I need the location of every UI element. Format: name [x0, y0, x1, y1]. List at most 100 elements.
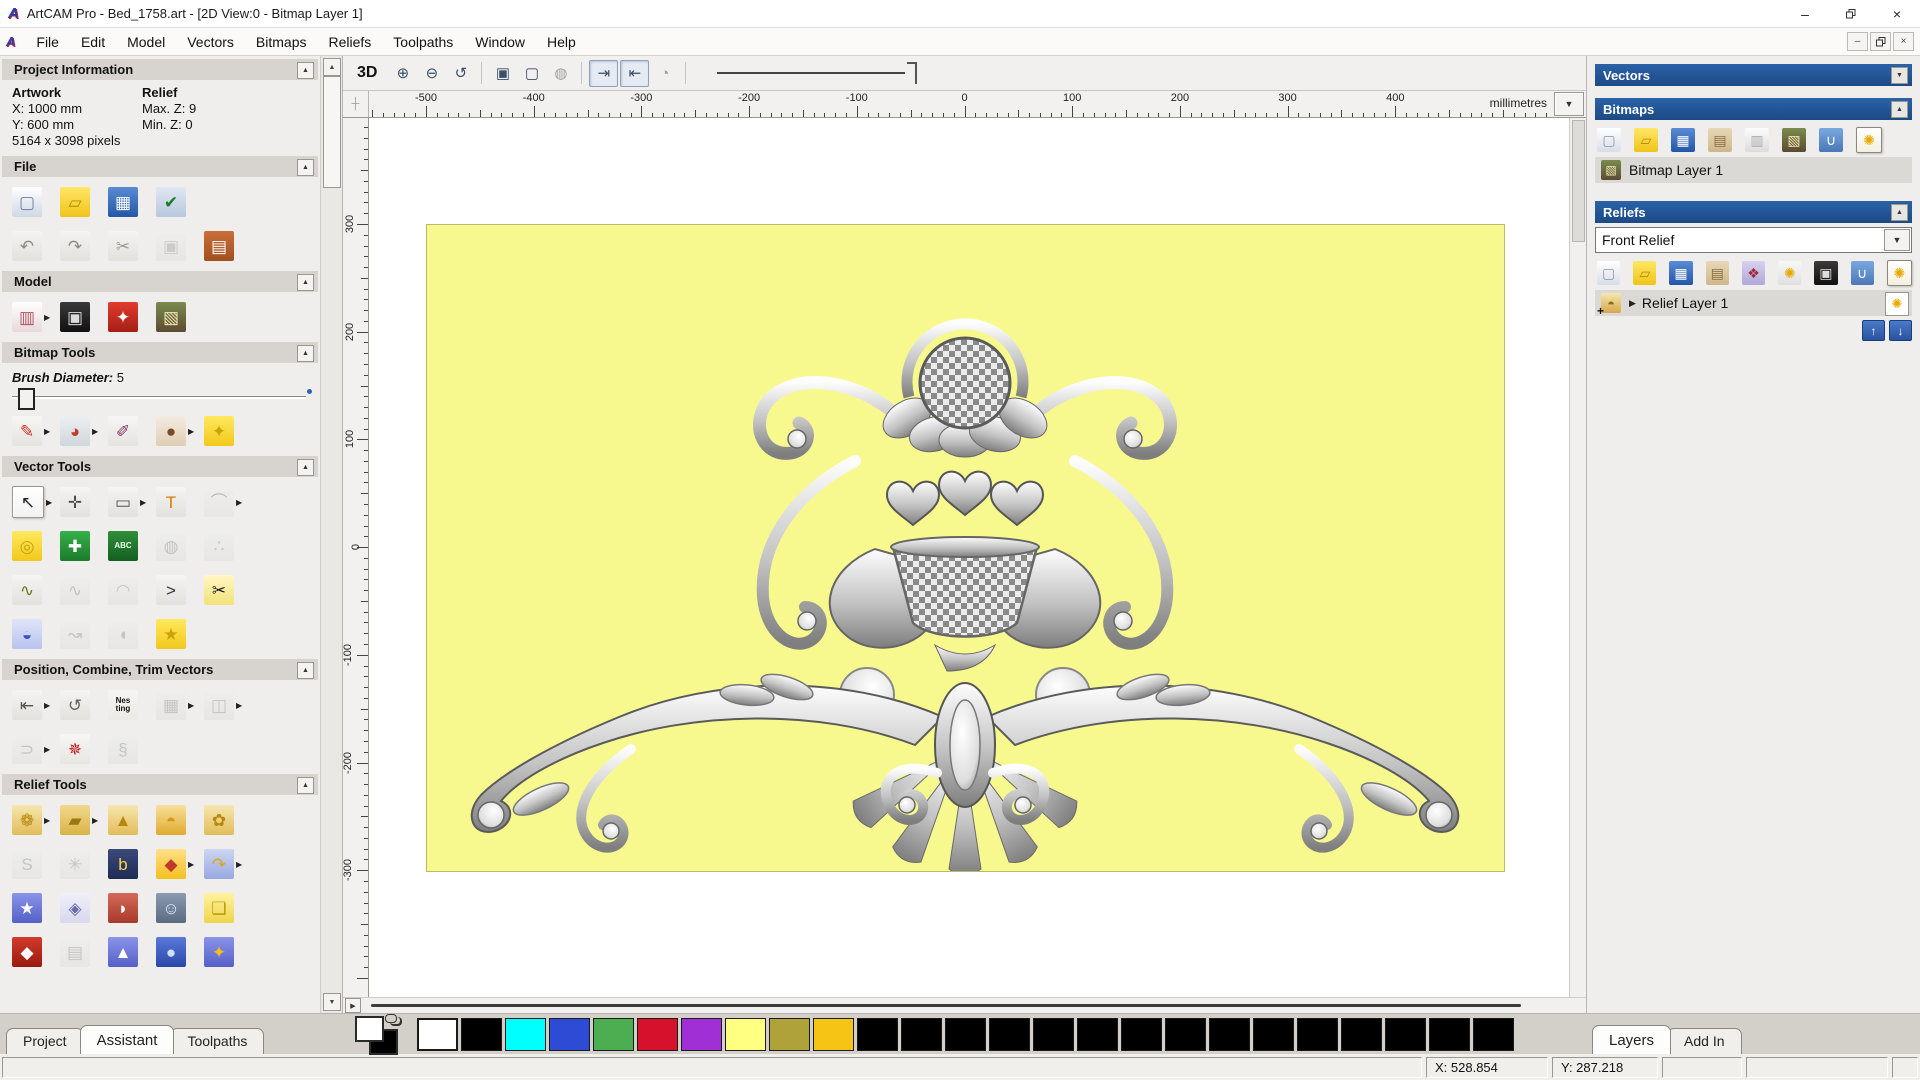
brush-diameter-slider[interactable] [12, 387, 312, 410]
colour-swatch[interactable] [857, 1017, 898, 1051]
collapse-section-button[interactable]: ▲ [297, 662, 314, 679]
flood-fill-icon[interactable]: ◕ [60, 416, 90, 446]
align-vectors-icon[interactable]: ⇤ [12, 690, 42, 720]
colour-swatch[interactable] [1385, 1017, 1426, 1051]
flyout-arrow-icon[interactable]: ▶ [44, 816, 50, 825]
extrude-relief-icon[interactable]: ✦ [204, 937, 234, 967]
relief-brightness-icon[interactable]: ✺ [1778, 261, 1802, 285]
colour-swatch[interactable] [1165, 1017, 1206, 1051]
join-vectors-icon[interactable]: ⊃ [12, 734, 42, 764]
greyscale-preview-icon[interactable]: ▣ [1814, 261, 1838, 285]
texture-sphere-icon[interactable]: ● [156, 937, 186, 967]
tab-layers[interactable]: Layers [1592, 1025, 1672, 1054]
shape-editor-icon[interactable]: ▲ [108, 805, 138, 835]
tape-measure-icon[interactable]: ◎ [12, 531, 42, 561]
redo-icon[interactable]: ↷ [60, 231, 90, 261]
merge-bitmap-layers-icon[interactable]: ▤ [1708, 128, 1732, 152]
slider-track[interactable] [12, 396, 306, 399]
basket-weave-icon[interactable]: ▤ [60, 937, 90, 967]
expand-section-button[interactable]: ▼ [1891, 67, 1908, 84]
tab-toolpaths[interactable]: Toolpaths [170, 1028, 265, 1054]
flyout-arrow-icon[interactable]: ▶ [44, 313, 50, 322]
colour-swatch[interactable] [681, 1017, 722, 1051]
scroll-up-icon[interactable]: ▲ [323, 58, 341, 76]
colour-swatch[interactable] [1341, 1017, 1382, 1051]
collapse-section-button[interactable]: ▲ [297, 274, 314, 291]
colour-swatch[interactable] [1209, 1017, 1250, 1051]
relief-layers-icon[interactable]: ❏ [204, 893, 234, 923]
transfer-relief-layer-icon[interactable]: ❖ [1741, 261, 1766, 285]
flyout-arrow-icon[interactable]: ▶ [44, 427, 50, 436]
adjust-image-icon[interactable]: ▥ [12, 302, 42, 332]
measure-icon[interactable]: ⌒ [204, 487, 234, 517]
colour-swatch[interactable] [1429, 1017, 1470, 1051]
relief-layer-row[interactable]: ◓ + ▶ Relief Layer 1 ✺ [1595, 290, 1912, 318]
spiral-icon[interactable]: § [108, 734, 138, 764]
open-relief-layer-icon[interactable]: ▱ [1633, 261, 1657, 285]
clear-bitmap-layer-icon[interactable]: ▥ [1745, 128, 1769, 152]
line-width-handle[interactable] [907, 62, 918, 84]
open-bitmap-layer-icon[interactable]: ▱ [1634, 128, 1658, 152]
bitmap-to-vectors-icon[interactable]: ▧ [1782, 128, 1806, 152]
menu-item-model[interactable]: Model [116, 31, 176, 53]
menu-item-help[interactable]: Help [536, 31, 587, 53]
mdi-minimize-button[interactable]: – [1847, 32, 1868, 51]
mdi-restore-button[interactable] [1870, 32, 1891, 51]
close-button[interactable]: × [1874, 0, 1920, 27]
menu-item-reliefs[interactable]: Reliefs [318, 31, 383, 53]
relief-wizard-icon[interactable]: b [108, 849, 138, 879]
canvas-vertical-scrollbar[interactable] [1569, 118, 1586, 997]
model-artwork[interactable] [426, 224, 1505, 876]
slider-handle[interactable] [18, 388, 35, 410]
save-relief-layer-icon[interactable]: ▦ [1669, 261, 1693, 285]
create-dome-icon[interactable]: ◒ [12, 619, 42, 649]
merge-vectors-icon[interactable]: ◫ [204, 690, 234, 720]
scroll-right-icon[interactable]: ▶ [345, 998, 361, 1013]
delete-relief-layer-icon[interactable]: ∪ [1850, 261, 1874, 285]
scrollbar-thumb[interactable] [1572, 120, 1585, 242]
two-rail-sweep-icon[interactable]: ✿ [204, 805, 234, 835]
block-copy-icon[interactable]: ▦ [156, 690, 186, 720]
move-layer-down-button[interactable]: ↓ [1889, 320, 1912, 341]
colour-swatch[interactable] [1033, 1017, 1074, 1051]
fit-polyline-icon[interactable]: ↝ [60, 619, 90, 649]
bitmap-layer-row[interactable]: ▧ Bitmap Layer 1 [1595, 157, 1912, 183]
paste-array-icon[interactable]: ∴ [204, 531, 234, 561]
mdi-close-button[interactable]: × [1893, 32, 1914, 51]
ruler-unit-dropdown[interactable]: ▼ [1554, 92, 1584, 116]
cut-icon[interactable]: ✂ [108, 231, 138, 261]
wrap-relief-icon[interactable]: ◈ [60, 893, 90, 923]
load-texture-icon[interactable]: ▧ [156, 302, 186, 332]
fan-relief-icon[interactable]: ◗ [108, 893, 138, 923]
minimize-button[interactable]: – [1782, 0, 1828, 27]
fit-arcs-icon[interactable]: > [156, 575, 186, 605]
collapse-section-button[interactable]: ▲ [297, 459, 314, 476]
greyscale-image-icon[interactable]: ▣ [60, 302, 90, 332]
text-on-curve-icon[interactable]: ↺ [60, 690, 90, 720]
collapse-section-button[interactable]: ▲ [1891, 101, 1908, 118]
relief-envelope-icon[interactable]: ↷ [204, 849, 234, 879]
preview-blend-icon[interactable]: ◔ [651, 61, 678, 86]
copy-icon[interactable]: ▣ [156, 231, 186, 261]
toggle-relief-visibility-icon[interactable]: ✺ [1886, 260, 1912, 286]
offset-relief-icon[interactable]: ◆ [156, 849, 186, 879]
dome-relief-icon[interactable]: ◓ [156, 805, 186, 835]
zoom-box-icon[interactable]: ▣ [489, 61, 516, 86]
paste-icon[interactable]: ▤ [204, 231, 234, 261]
magic-sponge-icon[interactable]: ✦ [204, 416, 234, 446]
snap-toggle-icon[interactable]: ⇥ [589, 59, 619, 87]
vectors-header[interactable]: Vectors ▼ [1595, 64, 1912, 86]
grid-toggle-icon[interactable]: ⇤ [620, 59, 650, 87]
flyout-arrow-icon[interactable]: ▶ [44, 745, 50, 754]
collapse-section-button[interactable]: ▲ [297, 62, 314, 79]
flyout-arrow-icon[interactable]: ▶ [236, 498, 242, 507]
weave-relief-icon[interactable]: ✳ [60, 849, 90, 879]
zoom-out-icon[interactable]: ⊖ [418, 61, 445, 86]
collapse-section-button[interactable]: ▲ [297, 159, 314, 176]
flyout-arrow-icon[interactable]: ▶ [92, 816, 98, 825]
primary-colour[interactable] [355, 1016, 384, 1042]
undo-icon[interactable]: ↶ [12, 231, 42, 261]
flyout-arrow-icon[interactable]: ▶ [188, 701, 194, 710]
colour-swatch[interactable] [417, 1017, 458, 1051]
expand-layer-icon[interactable]: ▶ [1629, 298, 1636, 309]
